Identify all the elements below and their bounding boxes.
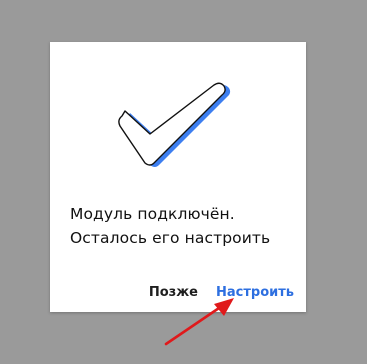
setup-button[interactable]: Настроить [216,283,294,303]
later-button[interactable]: Позже [149,283,198,303]
message-line-2: Осталось его настроить [70,229,271,247]
dialog-actions: Позже Настроить [149,283,294,303]
checkmark-icon [118,82,231,167]
dialog-message: Модуль подключён. Осталось его настроить [70,202,295,250]
message-line-1: Модуль подключён. [70,205,235,223]
module-connected-dialog: Модуль подключён. Осталось его настроить… [50,42,306,312]
